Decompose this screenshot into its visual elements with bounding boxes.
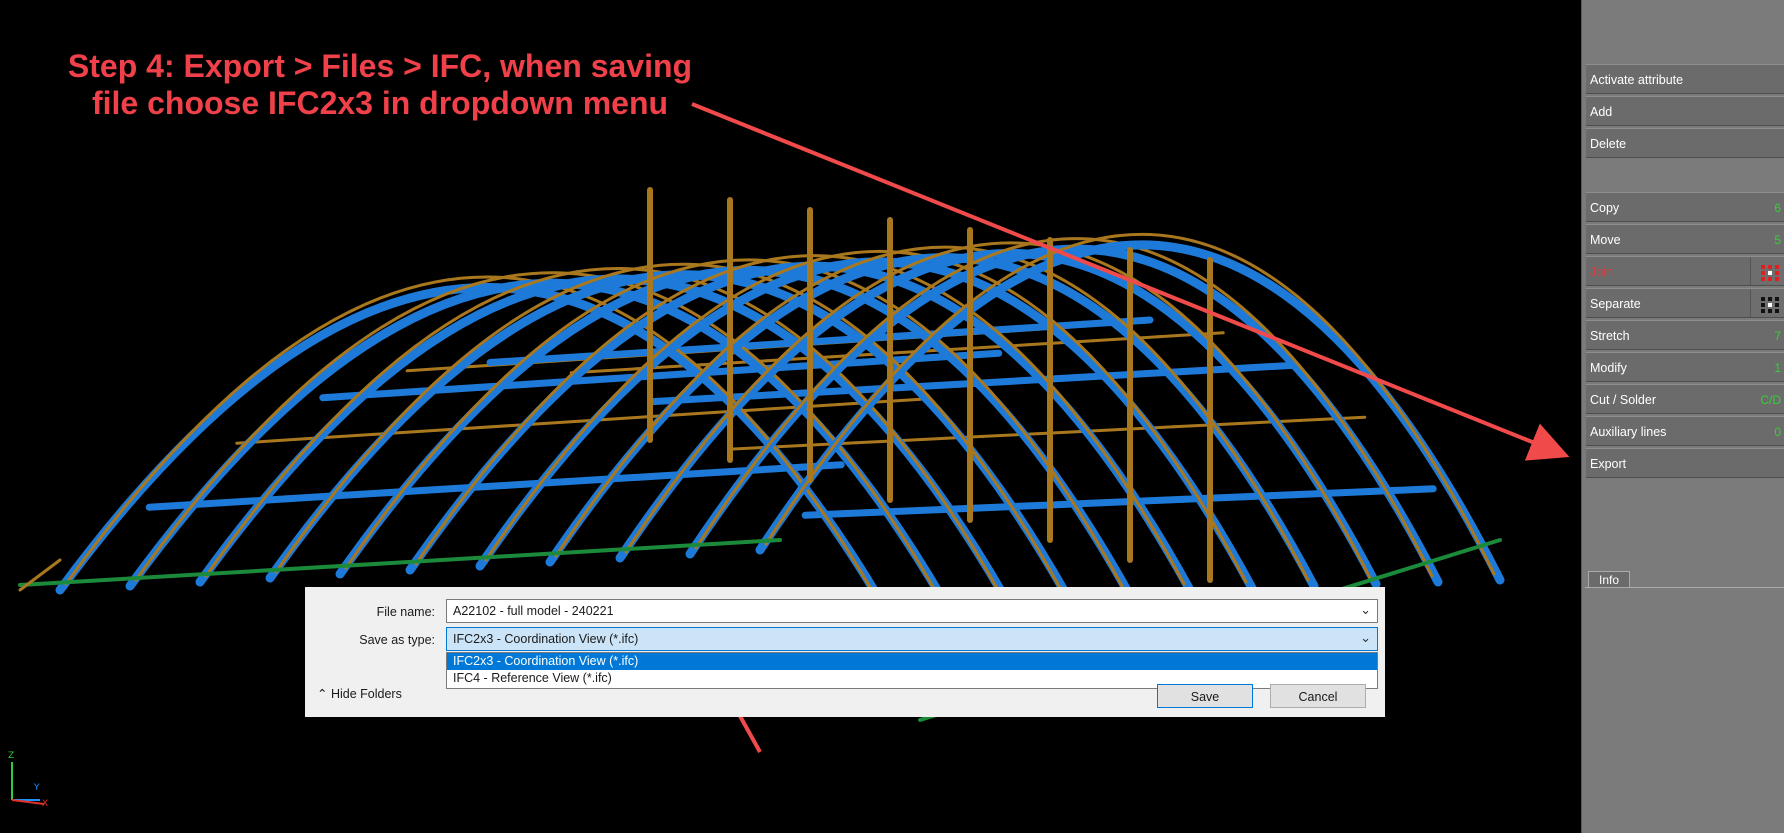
save-type-value: IFC2x3 - Coordination View (*.ifc) xyxy=(453,632,639,646)
cmd-shortcut: 6 xyxy=(1774,201,1781,215)
cmd-shortcut: 1 xyxy=(1774,361,1781,375)
cmd-label: Stretch xyxy=(1590,329,1630,343)
axis-z-label: Z xyxy=(8,751,14,761)
cmd-shortcut: C/D xyxy=(1760,393,1781,407)
cmd-label: Activate attribute xyxy=(1590,73,1684,87)
file-name-value: A22102 - full model - 240221 xyxy=(453,604,614,618)
arrow-to-export xyxy=(691,102,1570,461)
cmd-shortcut: 0 xyxy=(1774,425,1781,439)
cmd-export[interactable]: Export xyxy=(1586,448,1784,478)
file-name-input[interactable]: A22102 - full model - 240221 ⌄ xyxy=(446,599,1378,623)
save-file-dialog: File name: A22102 - full model - 240221 … xyxy=(305,587,1385,717)
file-name-label: File name: xyxy=(376,605,435,619)
cmd-copy[interactable]: Copy 6 xyxy=(1586,192,1784,222)
cmd-label: Cut / Solder xyxy=(1590,393,1657,407)
cmd-label: Join xyxy=(1590,265,1613,279)
cmd-delete[interactable]: Delete xyxy=(1586,128,1784,158)
cmd-label: Auxiliary lines xyxy=(1590,425,1667,439)
axis-y-label: Y xyxy=(33,783,40,793)
save-type-select[interactable]: IFC2x3 - Coordination View (*.ifc) ⌄ xyxy=(446,627,1378,651)
cmd-join[interactable]: Join xyxy=(1586,256,1784,286)
option-ifc2x3[interactable]: IFC2x3 - Coordination View (*.ifc) xyxy=(447,653,1377,670)
info-tab[interactable]: Info xyxy=(1588,571,1630,588)
cmd-label: Modify xyxy=(1590,361,1627,375)
cmd-label: Export xyxy=(1590,457,1627,471)
chevron-down-icon[interactable]: ⌄ xyxy=(1360,602,1371,618)
chevron-down-icon[interactable]: ⌄ xyxy=(1360,630,1371,646)
cmd-modify[interactable]: Modify 1 xyxy=(1586,352,1784,382)
cmd-shortcut: 7 xyxy=(1774,329,1781,343)
cmd-add[interactable]: Add xyxy=(1586,96,1784,126)
cmd-move[interactable]: Move 5 xyxy=(1586,224,1784,254)
command-panel: Activate attribute Add Delete Copy 6 Move 5 Joi… xyxy=(1581,0,1784,833)
join-options-icon[interactable] xyxy=(1750,257,1784,285)
save-button[interactable]: Save xyxy=(1157,684,1253,708)
cmd-separate[interactable]: Separate xyxy=(1586,288,1784,318)
chevron-up-icon: ⌃ xyxy=(317,687,328,701)
cmd-label: Delete xyxy=(1590,137,1627,151)
cmd-label: Add xyxy=(1590,105,1613,119)
info-tab-divider xyxy=(1585,587,1784,588)
cmd-label: Separate xyxy=(1590,297,1641,311)
axis-x-label: X xyxy=(42,799,48,808)
axis-gizmo: Z Y X xyxy=(8,751,48,808)
cmd-auxiliary-lines[interactable]: Auxiliary lines 0 xyxy=(1586,416,1784,446)
cmd-label: Move xyxy=(1590,233,1621,247)
cmd-cut-solder[interactable]: Cut / Solder C/D xyxy=(1586,384,1784,414)
cmd-stretch[interactable]: Stretch 7 xyxy=(1586,320,1784,350)
separate-options-icon[interactable] xyxy=(1750,289,1784,317)
cmd-label: Copy xyxy=(1590,201,1620,215)
cancel-button[interactable]: Cancel xyxy=(1270,684,1366,708)
save-type-label: Save as type: xyxy=(359,633,435,647)
cmd-activate-attribute[interactable]: Activate attribute xyxy=(1586,64,1784,94)
hide-folders-button[interactable]: ⌃ Hide Folders xyxy=(317,686,402,701)
hide-folders-label: Hide Folders xyxy=(330,687,402,701)
cmd-shortcut: 5 xyxy=(1774,233,1781,247)
